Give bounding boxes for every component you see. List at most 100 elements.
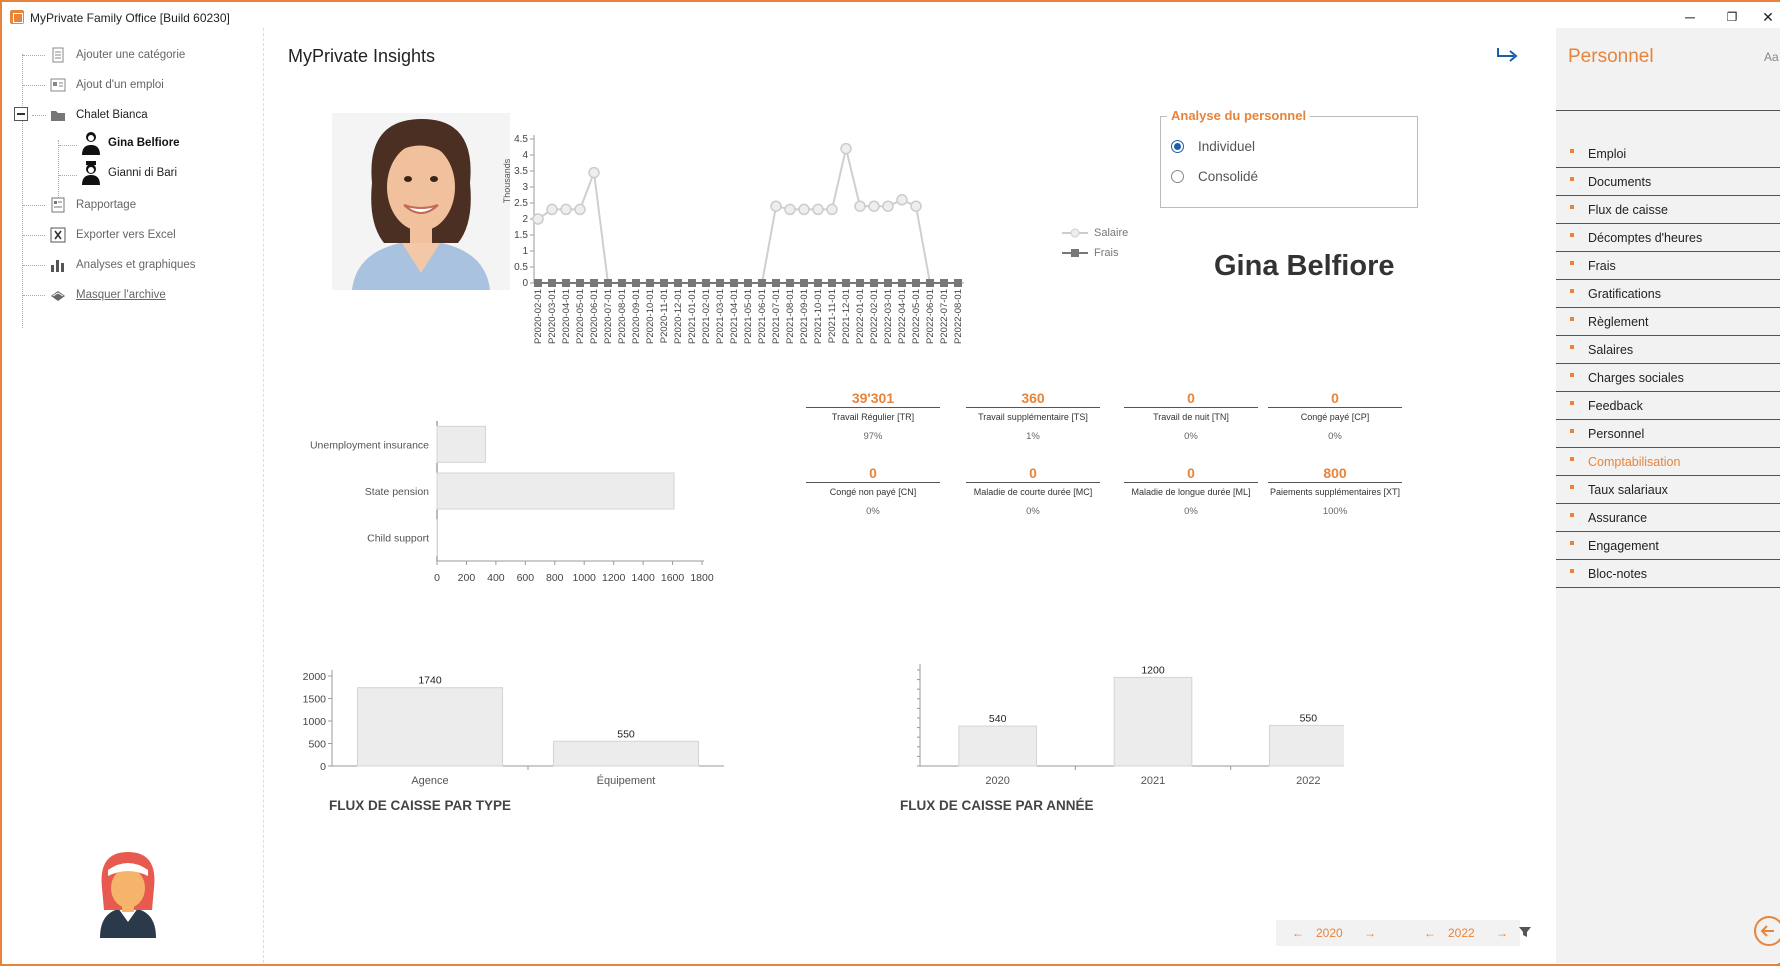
x-tick-label: 1600 bbox=[661, 572, 685, 584]
bullet-icon bbox=[1570, 317, 1574, 321]
prev-to-year-button[interactable]: ← bbox=[1424, 926, 1436, 940]
menu-item-r-glement[interactable]: Règlement bbox=[1556, 308, 1780, 336]
back-arrow-icon[interactable] bbox=[1754, 916, 1780, 946]
menu-item-flux-de-caisse[interactable]: Flux de caisse bbox=[1556, 196, 1780, 224]
x-tick-label: P2021-09-01 bbox=[799, 289, 810, 344]
point-salaire bbox=[770, 200, 782, 212]
x-tick-label: P2020-07-01 bbox=[603, 289, 614, 344]
menu-item-bloc-notes[interactable]: Bloc-notes bbox=[1556, 560, 1780, 588]
point-frais bbox=[534, 279, 542, 287]
menu-item-emploi[interactable]: Emploi bbox=[1556, 140, 1780, 168]
cashflow-by-year-title: FLUX DE CAISSE PAR ANNÉE bbox=[900, 798, 1094, 813]
menu-item-charges-sociales[interactable]: Charges sociales bbox=[1556, 364, 1780, 392]
kpi-value: 0 bbox=[1124, 465, 1258, 483]
menu-item-label: Charges sociales bbox=[1588, 371, 1684, 385]
menu-item-assurance[interactable]: Assurance bbox=[1556, 504, 1780, 532]
menu-item-taux-salariaux[interactable]: Taux salariaux bbox=[1556, 476, 1780, 504]
legend-label: Frais bbox=[1094, 247, 1119, 259]
y-tick-label: 2 bbox=[522, 214, 528, 225]
right-panel-title: Personnel bbox=[1568, 46, 1654, 67]
kpi-percent: 0% bbox=[1184, 506, 1198, 517]
radio-button[interactable] bbox=[1171, 170, 1184, 183]
menu-item-gratifications[interactable]: Gratifications bbox=[1556, 280, 1780, 308]
menu-item-comptabilisation[interactable]: Comptabilisation bbox=[1556, 448, 1780, 476]
kpi-label: Travail Régulier [TR] bbox=[831, 412, 915, 422]
radio-button-selected[interactable] bbox=[1171, 140, 1184, 153]
tree-item-hide-archive[interactable]: Masquer l'archive bbox=[50, 285, 166, 305]
bar-chart-icon bbox=[50, 257, 66, 273]
x-tick-label: 0 bbox=[434, 572, 440, 584]
category-label: 2020 bbox=[985, 775, 1009, 787]
tree-item-rapportage[interactable]: Rapportage bbox=[50, 195, 136, 215]
radio-consolide[interactable]: Consolidé bbox=[1171, 169, 1258, 184]
tree-item-label: Exporter vers Excel bbox=[76, 229, 176, 241]
kpi-label: Congé payé [CP] bbox=[1300, 412, 1370, 422]
bar bbox=[1113, 676, 1193, 767]
menu-item-label: Décomptes d'heures bbox=[1588, 231, 1703, 245]
point-frais bbox=[646, 279, 654, 287]
menu-item-documents[interactable]: Documents bbox=[1556, 168, 1780, 196]
point-frais bbox=[562, 279, 570, 287]
bullet-icon bbox=[1570, 569, 1574, 573]
x-tick-label: 1200 bbox=[602, 572, 626, 584]
document-icon bbox=[50, 47, 66, 63]
point-salaire bbox=[868, 200, 880, 212]
x-tick-label: P2020-10-01 bbox=[645, 289, 656, 344]
kpi-percent: 0% bbox=[1184, 431, 1198, 442]
collapse-toggle[interactable] bbox=[14, 107, 28, 121]
bullet-icon bbox=[1570, 513, 1574, 517]
y-tick-label: 1000 bbox=[303, 716, 327, 728]
tree-item-label: Ajouter une catégorie bbox=[76, 49, 186, 61]
tree-item-chalet-bianca[interactable]: Chalet Bianca bbox=[50, 105, 148, 125]
tree-item-add-job[interactable]: Ajout d'un emploi bbox=[50, 75, 164, 95]
menu-item-feedback[interactable]: Feedback bbox=[1556, 392, 1780, 420]
minimize-button[interactable]: ─ bbox=[1670, 6, 1710, 28]
point-frais bbox=[940, 279, 948, 287]
point-frais bbox=[954, 279, 962, 287]
tree-item-add-category[interactable]: Ajouter une catégorie bbox=[50, 45, 185, 65]
x-tick-label: 600 bbox=[517, 572, 535, 584]
x-tick-label: P2021-10-01 bbox=[813, 289, 824, 344]
job-icon bbox=[50, 77, 66, 93]
category-label: Child support bbox=[367, 533, 429, 545]
point-salaire bbox=[910, 200, 922, 212]
tree-item-analyses[interactable]: Analyses et graphiques bbox=[50, 255, 196, 275]
menu-item-frais[interactable]: Frais bbox=[1556, 252, 1780, 280]
menu-item-salaires[interactable]: Salaires bbox=[1556, 336, 1780, 364]
tree-item-gina-belfiore[interactable]: Gina Belfiore bbox=[80, 132, 180, 155]
point-salaire bbox=[784, 203, 796, 216]
category-label: Agence bbox=[411, 775, 448, 787]
navigation-tree: Ajouter une catégorie Ajout d'un emploi … bbox=[6, 28, 264, 963]
menu-item-engagement[interactable]: Engagement bbox=[1556, 532, 1780, 560]
point-frais bbox=[632, 279, 640, 287]
next-to-year-button[interactable]: → bbox=[1496, 926, 1508, 940]
kpi-card: 0 Maladie de longue durée [ML] 0% bbox=[1124, 465, 1258, 517]
menu-item-label: Bloc-notes bbox=[1588, 567, 1648, 581]
tree-item-label: Gianni di Bari bbox=[108, 167, 178, 179]
y-tick-label: 0 bbox=[320, 761, 326, 773]
point-frais bbox=[674, 279, 682, 287]
x-tick-label: P2022-06-01 bbox=[925, 289, 936, 344]
filter-icon[interactable] bbox=[1518, 925, 1532, 942]
menu-item-d-comptes-d-heures[interactable]: Décomptes d'heures bbox=[1556, 224, 1780, 252]
bar bbox=[436, 519, 438, 557]
x-tick-label: 1000 bbox=[573, 572, 597, 584]
point-frais bbox=[716, 279, 724, 287]
kpi-percent: 0% bbox=[1328, 431, 1342, 442]
x-tick-label: P2021-08-01 bbox=[785, 289, 796, 344]
tree-item-export-excel[interactable]: Exporter vers Excel bbox=[50, 225, 176, 245]
prev-from-year-button[interactable]: ← bbox=[1292, 926, 1304, 940]
font-size-toggle[interactable]: Aa bbox=[1764, 50, 1779, 64]
bullet-icon bbox=[1570, 233, 1574, 237]
y-tick-label: 3 bbox=[522, 182, 528, 193]
radio-individuel[interactable]: Individuel bbox=[1171, 139, 1255, 154]
restore-button[interactable]: ❐ bbox=[1712, 6, 1752, 28]
next-from-year-button[interactable]: → bbox=[1364, 926, 1376, 940]
close-button[interactable]: ✕ bbox=[1748, 6, 1780, 28]
expand-arrow-icon[interactable] bbox=[1494, 42, 1524, 66]
point-frais bbox=[842, 279, 850, 287]
tree-item-gianni-di-bari[interactable]: Gianni di Bari bbox=[80, 161, 178, 185]
point-frais bbox=[814, 279, 822, 287]
point-salaire bbox=[560, 203, 572, 216]
menu-item-personnel[interactable]: Personnel bbox=[1556, 420, 1780, 448]
